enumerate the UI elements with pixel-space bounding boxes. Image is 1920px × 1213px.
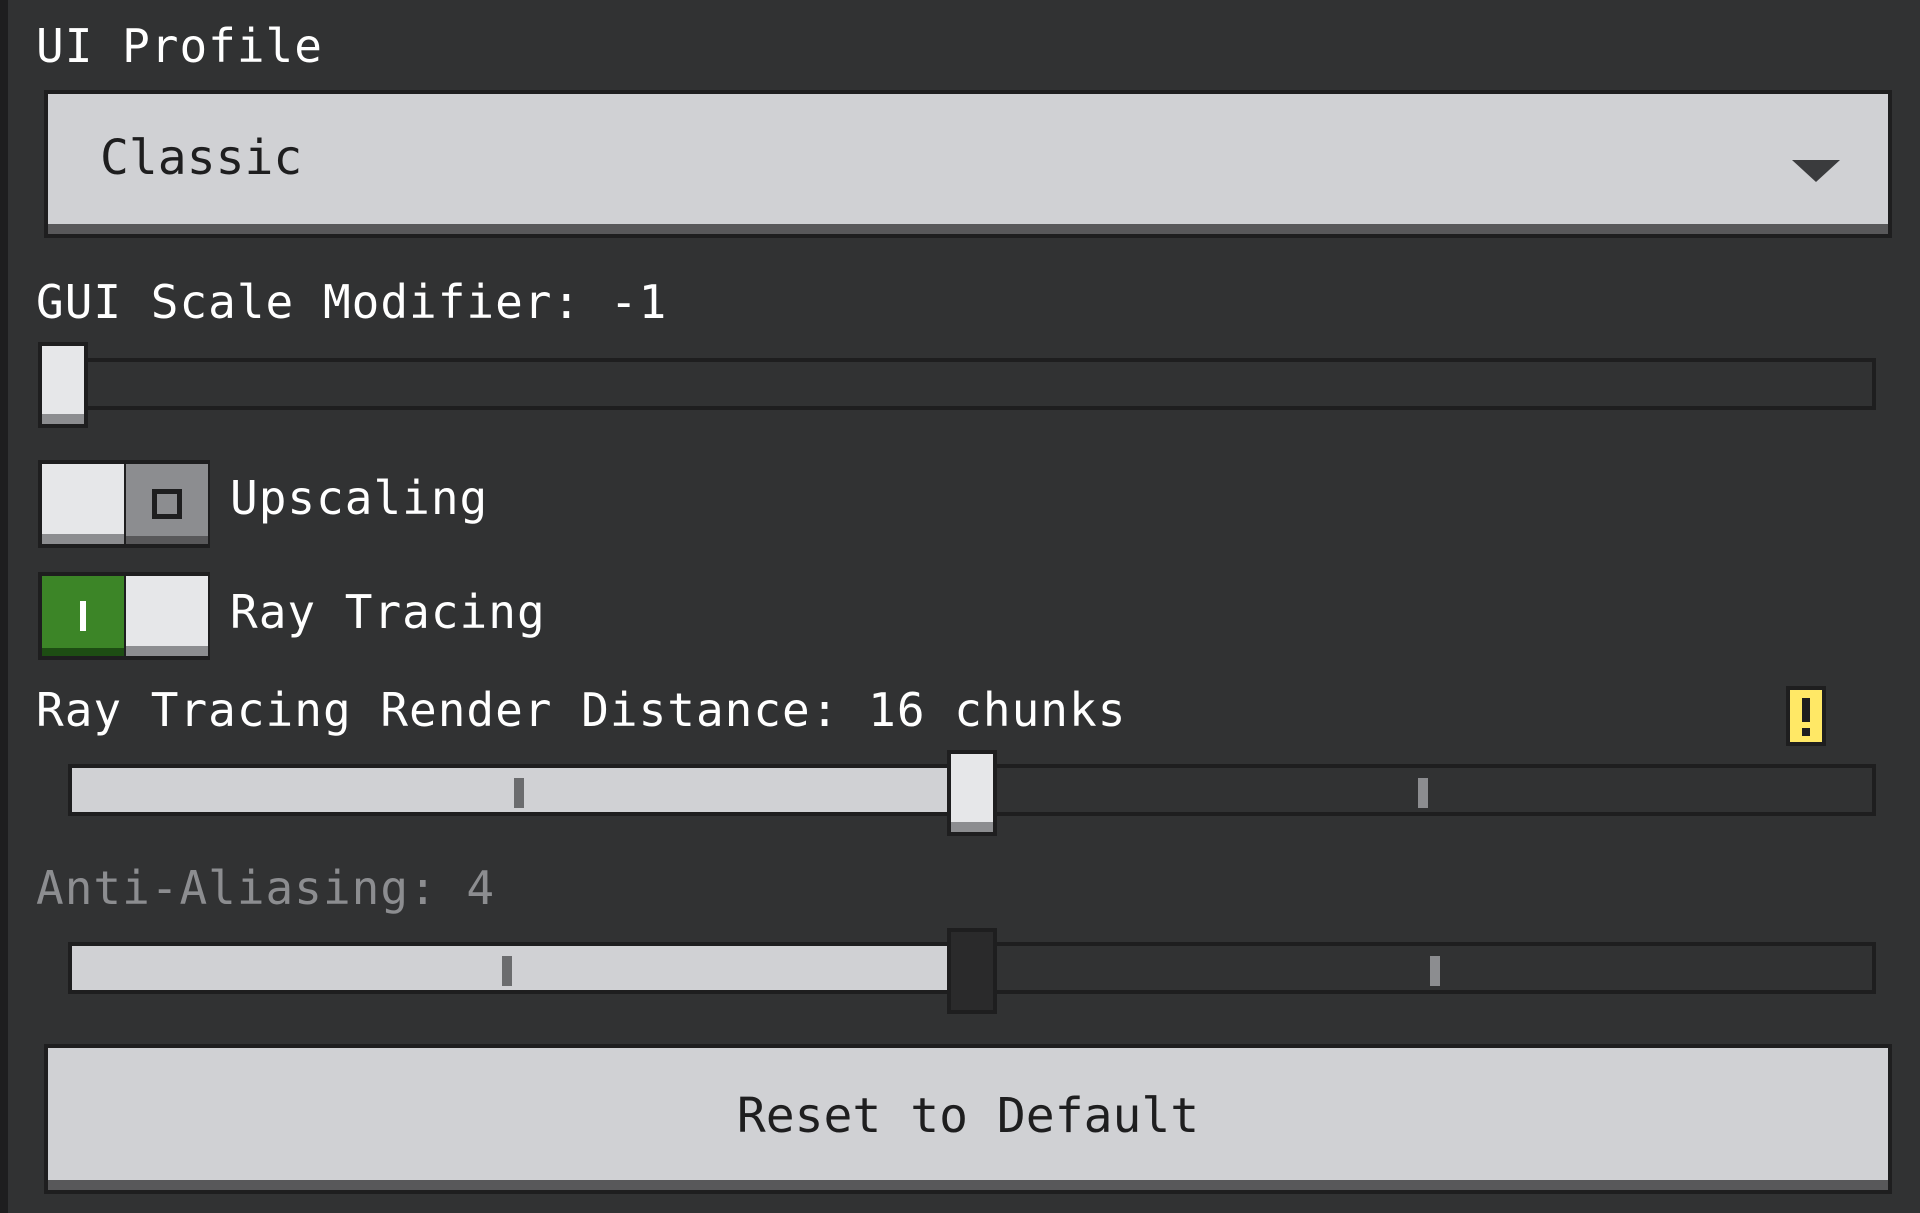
ray-tracing-toggle-knob — [126, 576, 208, 656]
anti-aliasing-label: Anti-Aliasing: 4 — [36, 861, 496, 915]
ui-profile-dropdown[interactable]: Classic — [44, 90, 1892, 238]
slider-tick — [1430, 956, 1440, 986]
off-icon — [152, 489, 182, 519]
upscaling-toggle-state — [126, 464, 208, 544]
ui-profile-label: UI Profile — [36, 19, 323, 73]
upscaling-toggle-knob — [42, 464, 124, 544]
chevron-down-icon — [1792, 160, 1840, 182]
slider-tick — [514, 778, 524, 808]
ray-tracing-toggle-state — [42, 576, 124, 656]
anti-aliasing-slider-knob — [947, 928, 997, 1014]
rt-render-distance-slider-knob[interactable] — [947, 750, 997, 836]
ui-profile-selected-value: Classic — [100, 130, 303, 186]
anti-aliasing-slider-fill — [72, 946, 972, 990]
slider-tick — [1418, 778, 1428, 808]
panel-left-edge — [0, 0, 8, 1213]
upscaling-label: Upscaling — [230, 471, 489, 525]
ray-tracing-toggle[interactable] — [38, 572, 210, 660]
warning-icon[interactable] — [1786, 686, 1826, 746]
slider-tick — [502, 956, 512, 986]
upscaling-toggle[interactable] — [38, 460, 210, 548]
reset-to-default-label: Reset to Default — [736, 1088, 1200, 1144]
gui-scale-label: GUI Scale Modifier: -1 — [36, 275, 668, 329]
on-icon — [80, 601, 86, 631]
gui-scale-slider-knob[interactable] — [38, 342, 88, 428]
reset-to-default-button[interactable]: Reset to Default — [44, 1044, 1892, 1194]
gui-scale-slider-track[interactable] — [38, 358, 1876, 410]
rt-render-distance-label: Ray Tracing Render Distance: 16 chunks — [36, 683, 1127, 737]
ray-tracing-label: Ray Tracing — [230, 585, 546, 639]
